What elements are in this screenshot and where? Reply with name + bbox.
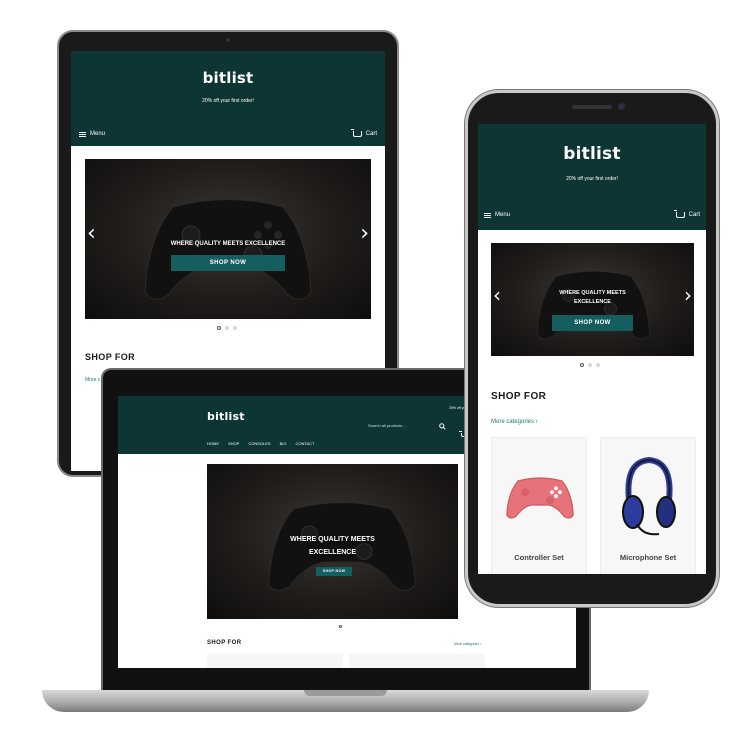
nav-item-contact[interactable]: CONTACT [295,441,314,446]
tablet-camera [226,38,230,42]
phone-more-categories-link[interactable]: More categories › [491,419,538,425]
carousel-dot[interactable] [339,625,342,628]
tablet-carousel-dots [217,326,237,330]
laptop-search-input[interactable]: Search all products... [368,421,448,431]
nav-item-consoles[interactable]: CONSOLES [248,441,270,446]
laptop-hero-banner[interactable]: WHERE QUALITY MEETS EXCELLENCE SHOP NOW [207,464,458,619]
controller-icon [506,477,574,519]
laptop-more-categories-link[interactable]: More categories › [454,642,481,646]
laptop-logo[interactable]: bitlist [207,410,245,423]
category-card-microphone[interactable]: Microphone Set [600,437,696,574]
cart-icon [350,129,362,137]
laptop-category-card[interactable] [349,654,485,668]
nav-item-big[interactable]: BIG [280,441,287,446]
category-name: Microphone Set [619,553,677,562]
tablet-hero-banner[interactable]: ‹ › WHERE QUALITY MEETS EXCELLENCE SHOP … [85,159,371,319]
carousel-dot[interactable] [596,363,600,367]
nav-item-home[interactable]: HOME [207,441,219,446]
laptop-hero-headline-line1: WHERE QUALITY MEETS [290,536,375,543]
phone-shop-for-title: SHOP FOR [491,391,547,402]
laptop-hero-headline-line2: EXCELLENCE [308,549,357,556]
carousel-dot[interactable] [233,326,237,330]
tablet-shop-for-title: SHOP FOR [85,352,136,362]
tablet-cart-button[interactable]: Cart [350,129,377,137]
tablet-cart-label: Cart [365,131,377,137]
phone-cart-button[interactable]: Cart [673,210,700,218]
tablet-logo[interactable]: bitlist [71,69,385,87]
headset-icon [622,456,676,536]
laptop-category-card[interactable] [207,654,343,668]
phone-promo: 20% off your first order! [566,176,618,182]
phone-speaker [572,105,612,109]
phone-device: bitlist 20% off your first order! Menu C… [465,90,719,607]
tablet-menu-button[interactable]: Menu [79,131,105,137]
carousel-dot[interactable] [217,326,221,330]
carousel-dot[interactable] [225,326,229,330]
phone-cart-label: Cart [688,212,700,218]
category-name: Controller Set [514,553,564,562]
phone-hero-headline-line1: WHERE QUALITY MEETS [559,290,626,296]
menu-icon [79,131,86,137]
nav-item-shop[interactable]: SHOP [228,441,239,446]
search-icon[interactable] [439,423,446,430]
phone-hero-banner[interactable]: ‹ › WHERE QUALITY MEETS EXCELLENCE SHOP … [491,243,694,356]
tablet-more-categories-link[interactable]: More c [85,377,100,383]
phone-hero-headline-line2: EXCELLENCE [574,299,611,305]
tablet-menu-label: Menu [90,131,106,137]
cart-icon [673,210,685,218]
laptop-nav: HOME SHOP CONSOLES BIG CONTACT [207,441,315,446]
carousel-dot[interactable] [580,363,584,367]
phone-shop-now-button[interactable]: SHOP NOW [552,315,633,331]
laptop-shop-for-title: SHOP FOR [207,640,242,646]
tablet-promo: 20% off your first order! [202,98,254,104]
phone-camera [618,103,625,110]
laptop-base [42,690,649,712]
phone-menu-label: Menu [495,212,511,218]
category-card-controller[interactable]: Controller Set [491,437,587,574]
laptop-notch [304,690,387,696]
menu-icon [484,212,491,218]
tablet-header: bitlist 20% off your first order! Menu C… [71,51,385,146]
carousel-dot[interactable] [588,363,592,367]
phone-carousel-dots [580,363,600,367]
laptop-carousel-dots [339,625,342,628]
tablet-hero-headline: WHERE QUALITY MEETS EXCELLENCE [170,241,286,247]
phone-screen: bitlist 20% off your first order! Menu C… [478,124,706,574]
laptop-shop-now-button[interactable]: SHOP NOW [316,567,352,576]
phone-menu-button[interactable]: Menu [484,212,510,218]
phone-logo[interactable]: bitlist [478,144,706,164]
tablet-shop-now-button[interactable]: SHOP NOW [171,255,285,271]
phone-header: bitlist 20% off your first order! Menu C… [478,124,706,230]
